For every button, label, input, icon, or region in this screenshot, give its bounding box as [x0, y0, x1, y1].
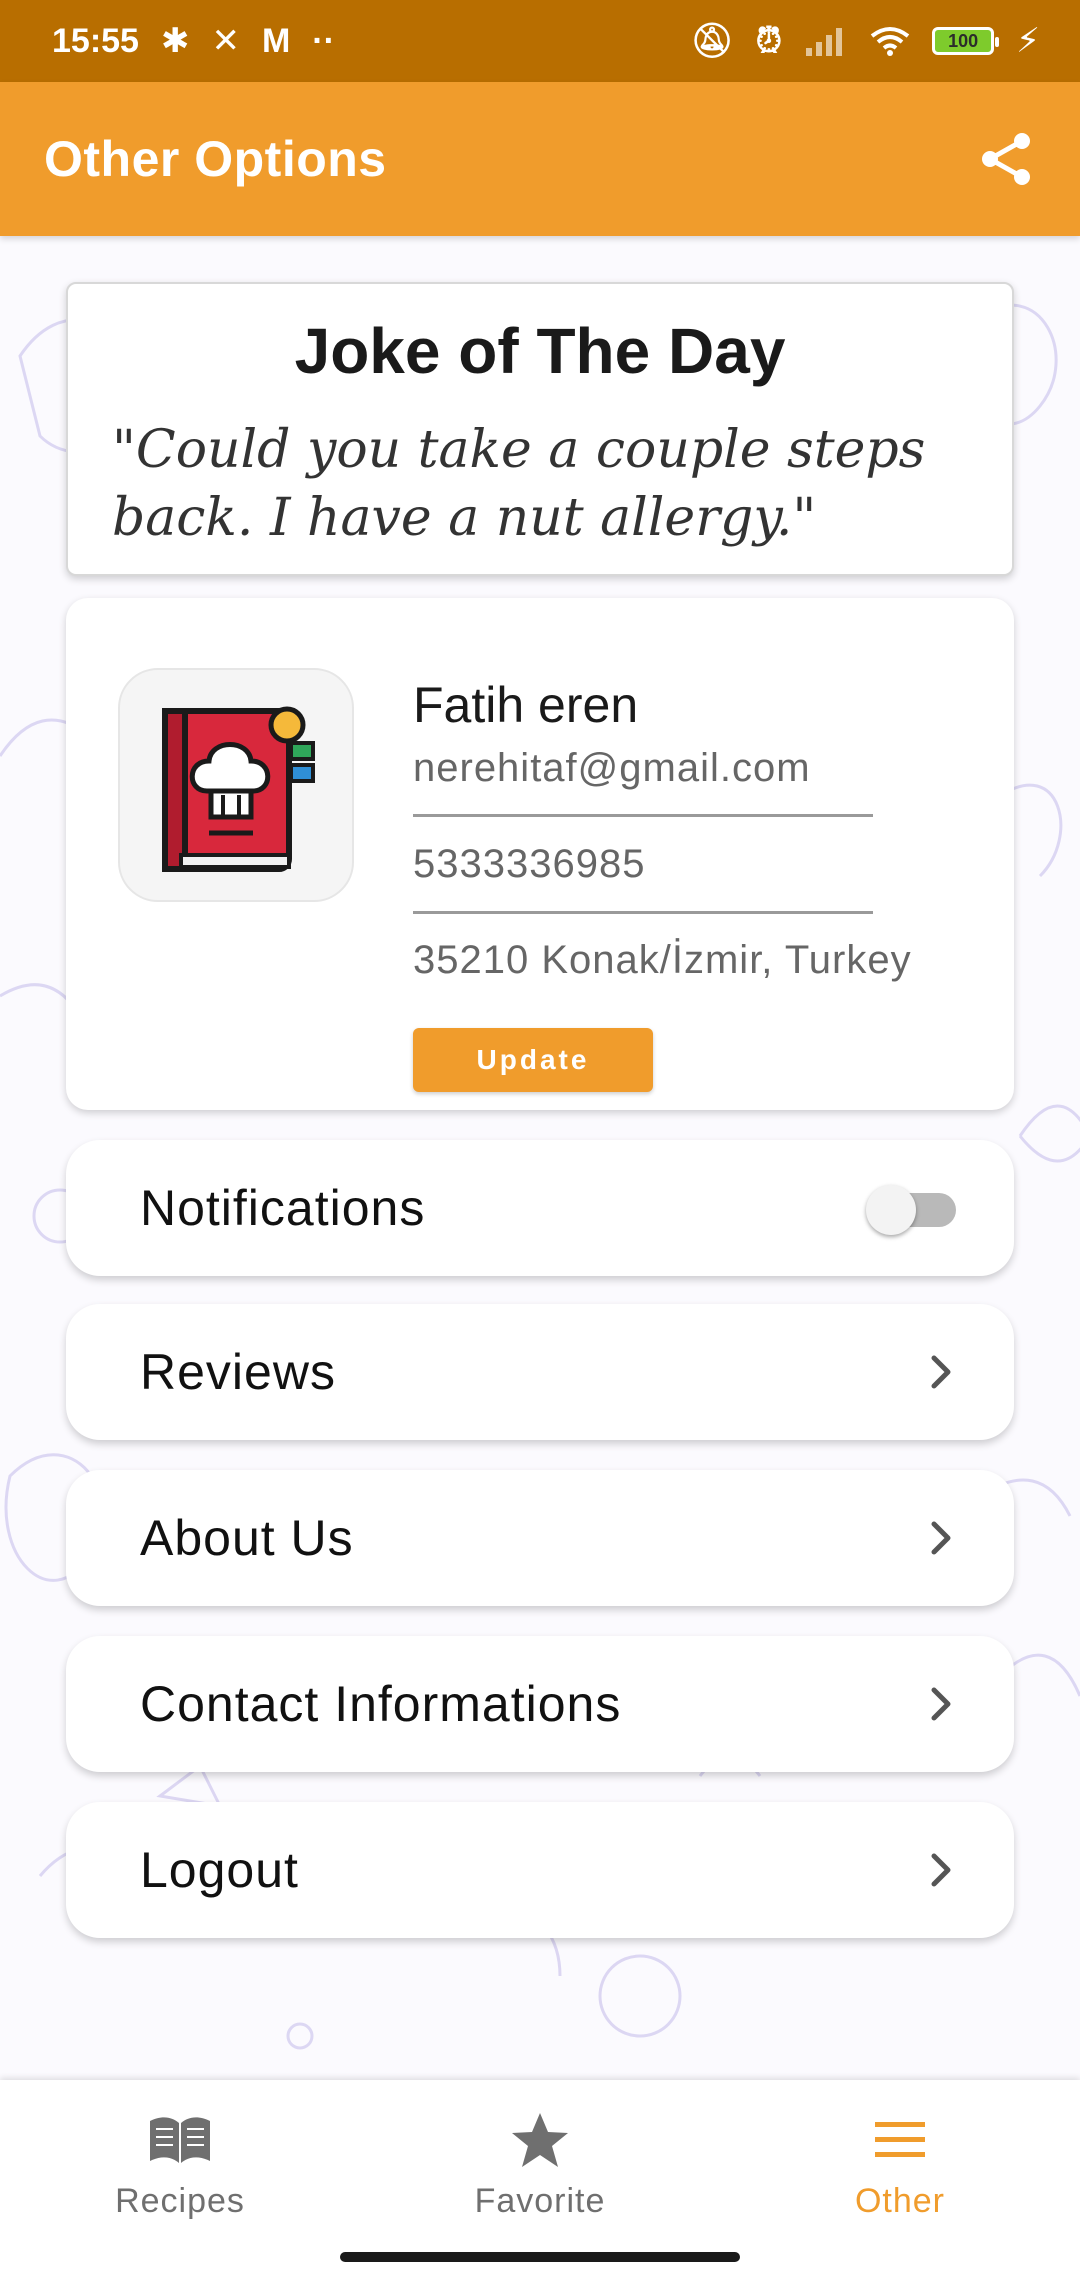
app-bar: Other Options — [0, 82, 1080, 236]
nav-recipes[interactable]: Recipes — [60, 2110, 300, 2221]
profile-card: Fatih eren nerehitaf@gmail.com 533333698… — [66, 598, 1014, 1110]
contact-informations-label: Contact Informations — [140, 1676, 622, 1732]
notifications-row[interactable]: Notifications — [66, 1140, 1014, 1276]
joke-text: "Could you take a couple steps back. I h… — [112, 420, 926, 548]
chevron-right-icon — [931, 1521, 951, 1555]
chef-cookbook-icon — [118, 668, 354, 902]
email-underline — [413, 814, 873, 817]
home-indicator[interactable] — [340, 2252, 740, 2262]
chevron-right-icon — [931, 1355, 951, 1389]
status-time: 15:55 — [52, 21, 139, 60]
joke-title: Joke of The Day — [294, 315, 786, 387]
book-open-icon — [150, 2117, 210, 2163]
page-title: Other Options — [44, 131, 387, 187]
bottom-nav: Recipes Favorite Other — [0, 2080, 1080, 2280]
nav-favorite-label: Favorite — [474, 2182, 606, 2220]
update-button[interactable]: Update — [413, 1028, 653, 1092]
menu-icon — [875, 2122, 925, 2157]
contact-informations-row[interactable]: Contact Informations — [66, 1636, 1014, 1772]
mute-icon: 🔕︎ — [690, 22, 734, 60]
status-bar: 15:55 ✱ ✕ M ·· 🔕︎ ⏰︎ 100 ⚡︎ — [0, 0, 1080, 82]
bluetooth-icon: ✱ — [160, 22, 190, 60]
logout-row[interactable]: Logout — [66, 1802, 1014, 1938]
nav-favorite[interactable]: Favorite — [420, 2110, 660, 2221]
nav-other[interactable]: Other — [780, 2110, 1020, 2221]
alarm-icon: ⏰︎ — [755, 22, 783, 60]
joke-card: Joke of The Day "Could you take a couple… — [66, 282, 1014, 576]
profile-name: Fatih eren — [413, 677, 639, 733]
notifications-label: Notifications — [140, 1180, 426, 1236]
phone-field[interactable]: 5333336985 — [413, 842, 873, 887]
toggle-knob — [866, 1185, 916, 1235]
signal-icon — [806, 28, 843, 56]
chevron-right-icon — [931, 1853, 951, 1887]
chevron-right-icon — [931, 1687, 951, 1721]
share-icon[interactable] — [976, 129, 1036, 189]
about-us-row[interactable]: About Us — [66, 1470, 1014, 1606]
about-us-label: About Us — [140, 1510, 354, 1566]
close-icon: ✕ — [211, 22, 240, 60]
charging-icon: ⚡︎ — [1016, 22, 1040, 60]
gmail-icon: M — [261, 22, 291, 60]
reviews-row[interactable]: Reviews — [66, 1304, 1014, 1440]
nav-other-label: Other — [854, 2182, 946, 2220]
email-field[interactable]: nerehitaf@gmail.com — [413, 746, 873, 791]
wifi-icon — [870, 27, 910, 56]
phone-underline — [413, 911, 873, 914]
nav-recipes-label: Recipes — [115, 2182, 245, 2220]
battery-icon: 100 — [932, 27, 1000, 55]
address-text: 35210 Konak/İzmir, Turkey — [413, 938, 912, 982]
logout-label: Logout — [140, 1842, 299, 1898]
notifications-toggle[interactable] — [866, 1185, 956, 1235]
reviews-label: Reviews — [140, 1344, 336, 1400]
more-dots-icon: ·· — [312, 22, 335, 60]
battery-level: 100 — [948, 30, 979, 51]
star-icon — [512, 2113, 568, 2167]
